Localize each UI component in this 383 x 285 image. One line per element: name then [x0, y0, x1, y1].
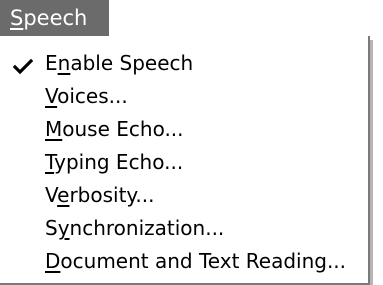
menu-item-synchronization[interactable]: Synchronization...	[0, 213, 368, 244]
menu-item-voices[interactable]: Voices...	[0, 81, 368, 112]
menu-shadow	[370, 40, 373, 285]
menu-item-label: Synchronization...	[45, 216, 225, 240]
menu-item-mouse-echo[interactable]: Mouse Echo...	[0, 114, 368, 145]
menu-item-typing-echo[interactable]: Typing Echo...	[0, 147, 368, 178]
menu-item-label: Enable Speech	[45, 51, 194, 75]
check-icon	[13, 59, 33, 75]
menu-item-verbosity[interactable]: Verbosity...	[0, 180, 368, 211]
screen: Speech Enable Speech Voices... Mouse Ech…	[0, 0, 383, 285]
menu-item-label: Document and Text Reading...	[45, 249, 347, 273]
menubar-speech[interactable]: Speech	[0, 0, 109, 36]
menu-item-label: Typing Echo...	[45, 150, 184, 174]
speech-dropdown-menu: Enable Speech Voices... Mouse Echo... Ty…	[0, 36, 370, 285]
menu-item-enable-speech[interactable]: Enable Speech	[0, 48, 368, 79]
menu-item-document-and-text-reading[interactable]: Document and Text Reading...	[0, 246, 368, 277]
menubar-speech-accelerator: S	[10, 6, 24, 30]
menu-item-label: Voices...	[45, 84, 128, 108]
menu-item-label: Mouse Echo...	[45, 117, 184, 141]
menubar-speech-label-post: peech	[23, 6, 88, 30]
menu-item-label: Verbosity...	[45, 183, 155, 207]
